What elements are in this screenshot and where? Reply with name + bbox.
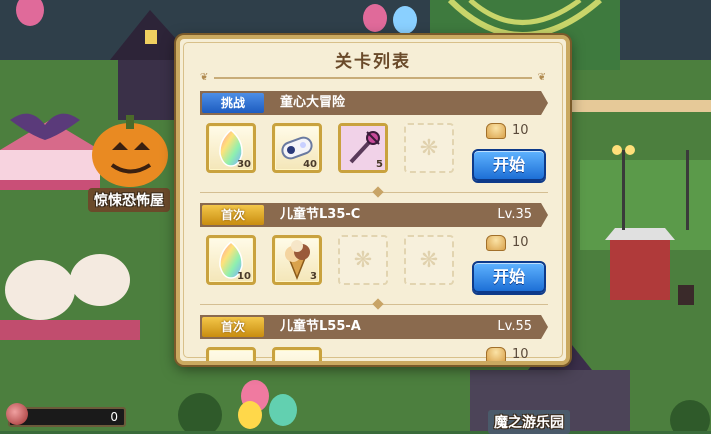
reward-slot-empty: ❋ xyxy=(404,235,454,285)
reward-count: 3 xyxy=(310,271,317,282)
stage-list[interactable]: 挑战 童心大冒险 30 40 5 ❋ 10 开始 首次 儿童节L35-C Lv.… xyxy=(200,91,554,362)
horror-house-sign: 惊悚恐怖屋 xyxy=(88,188,170,212)
cost-value: 10 xyxy=(512,235,529,250)
reward-slot[interactable]: 5 xyxy=(338,123,388,173)
bread-icon xyxy=(486,123,506,139)
stamina-cost: 10 xyxy=(486,235,546,255)
reward-count: 5 xyxy=(376,159,383,170)
bread-icon xyxy=(486,347,506,361)
reward-count: 40 xyxy=(303,159,317,170)
reward-count: 10 xyxy=(237,271,251,282)
reward-slot[interactable] xyxy=(206,347,256,361)
stage-name: 儿童节L35-C xyxy=(280,207,361,222)
stage-row: 首次 儿童节L55-A Lv.55 10 xyxy=(200,315,554,362)
reward-slot-empty: ❋ xyxy=(404,123,454,173)
row-divider xyxy=(200,186,548,198)
flourish-right-icon: ❦ xyxy=(537,72,546,83)
stamina-cost: 10 xyxy=(486,347,546,362)
stage-level: Lv.35 xyxy=(497,207,532,222)
stage-name: 童心大冒险 xyxy=(280,95,346,110)
score-value: 0 xyxy=(110,410,118,424)
bread-icon xyxy=(486,235,506,251)
empty-slot-icon: ❋ xyxy=(419,135,439,161)
title-ornament-rule: ❦ ❦ xyxy=(200,73,546,83)
stamina-cost: 10 xyxy=(486,123,546,143)
empty-slot-icon: ❋ xyxy=(353,247,373,273)
empty-slot-icon: ❋ xyxy=(419,247,439,273)
stage-header: 首次 儿童节L35-C Lv.35 xyxy=(200,203,548,227)
reward-slot[interactable]: 30 xyxy=(206,123,256,173)
reward-slot[interactable]: 40 xyxy=(272,123,322,173)
stage-row: 首次 儿童节L35-C Lv.35 10 3 ❋ ❋ 10 开始 xyxy=(200,203,554,315)
reward-slot[interactable]: 3 xyxy=(272,235,322,285)
reward-slot[interactable] xyxy=(272,347,322,361)
panel-title: 关卡列表 xyxy=(335,52,411,72)
stage-tag: 首次 xyxy=(202,317,264,337)
stage-name: 儿童节L55-A xyxy=(280,319,361,334)
cost-value: 10 xyxy=(512,123,529,138)
rose-icon xyxy=(6,403,28,425)
start-button[interactable]: 开始 xyxy=(472,261,546,293)
stage-list-panel: 关卡列表 ❦ ❦ 挑战 童心大冒险 30 40 5 ❋ 10 开始 首次 儿童节… xyxy=(176,35,570,365)
stage-header: 首次 儿童节L55-A Lv.55 xyxy=(200,315,548,339)
flourish-left-icon: ❦ xyxy=(200,72,209,83)
stage-level: Lv.55 xyxy=(497,319,532,334)
cost-value: 10 xyxy=(512,347,529,362)
row-divider xyxy=(200,298,548,310)
reward-count: 30 xyxy=(237,159,251,170)
stage-row: 挑战 童心大冒险 30 40 5 ❋ 10 开始 xyxy=(200,91,554,203)
start-button[interactable]: 开始 xyxy=(472,149,546,181)
score-bar: 0 xyxy=(6,403,126,427)
stage-header: 挑战 童心大冒险 xyxy=(200,91,548,115)
magic-park-sign: 魔之游乐园 xyxy=(488,410,570,434)
stage-tag: 挑战 xyxy=(202,93,264,113)
reward-slot-empty: ❋ xyxy=(338,235,388,285)
reward-slot[interactable]: 10 xyxy=(206,235,256,285)
stage-tag: 首次 xyxy=(202,205,264,225)
